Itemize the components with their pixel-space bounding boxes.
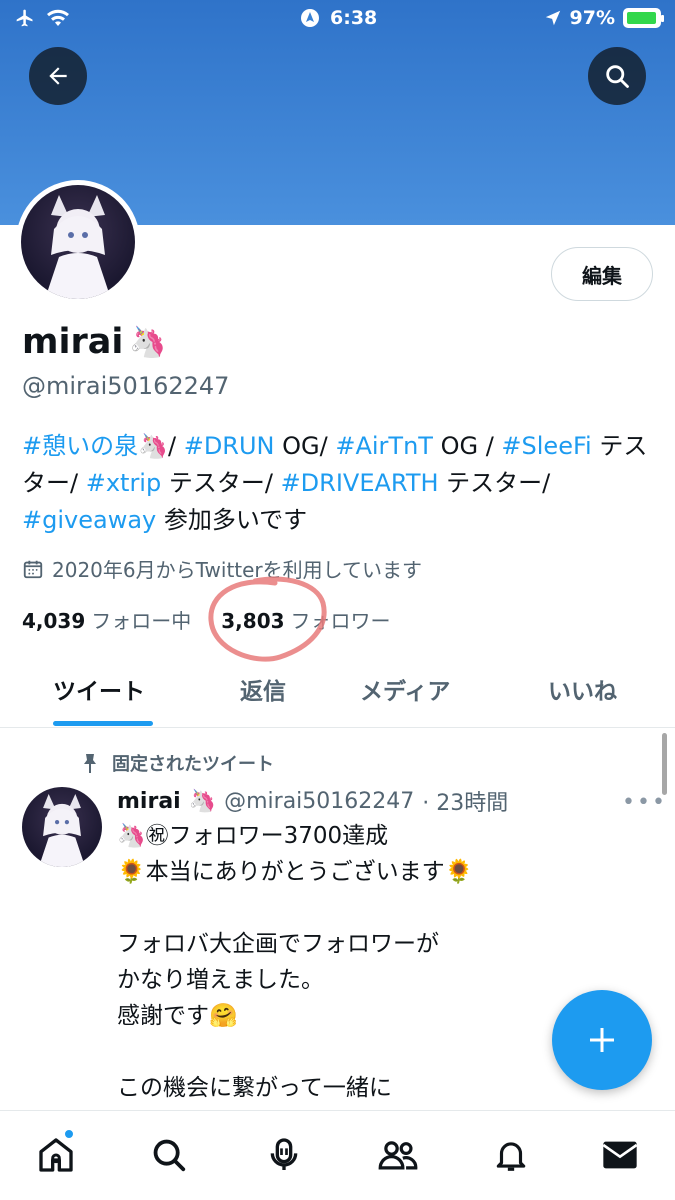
following-link[interactable]: 4,039 フォロー中 — [22, 605, 191, 634]
bio-hashtag[interactable]: #AirTnT — [335, 432, 433, 460]
location-badge-icon — [301, 9, 319, 27]
tab-likes[interactable]: いいね — [548, 672, 617, 706]
notification-dot — [64, 1129, 74, 1139]
bio-hashtag[interactable]: #xtrip — [86, 469, 162, 497]
tab-media[interactable]: メディア — [360, 672, 450, 706]
nav-search[interactable] — [147, 1133, 191, 1177]
status-time: 6:38 — [330, 7, 378, 29]
following-count: 4,039 — [22, 609, 86, 633]
bio-text: テスター/ — [438, 469, 551, 497]
battery-percent: 97% — [569, 7, 615, 29]
bio-hashtag[interactable]: #憩いの泉 — [22, 432, 138, 460]
bio-text: OG/ — [274, 432, 336, 460]
nav-home[interactable] — [34, 1129, 78, 1177]
profile-tabs: ツイート 返信 メディア いいね — [0, 650, 675, 728]
tweet-time: · 23時間 — [422, 791, 509, 816]
nav-spaces[interactable] — [262, 1133, 306, 1177]
tweet-avatar[interactable] — [22, 787, 102, 867]
active-tab-indicator — [53, 721, 153, 726]
profile-handle: @mirai50162247 — [22, 372, 230, 400]
search-icon — [606, 65, 629, 88]
wifi-icon — [47, 9, 69, 26]
nav-messages[interactable] — [598, 1133, 642, 1177]
tweet-header: mirai 🦄 @mirai50162247 · 23時間 — [117, 785, 508, 817]
bottom-navigation — [0, 1110, 675, 1200]
bio-hashtag[interactable]: #SleeFi — [501, 432, 591, 460]
bio-text: テスター/ — [161, 469, 281, 497]
spaces-icon — [270, 1138, 298, 1170]
location-arrow-icon — [545, 10, 560, 26]
messages-icon — [602, 1141, 638, 1169]
tweet-author-handle[interactable]: @mirai50162247 — [224, 789, 414, 814]
calendar-icon — [23, 560, 43, 578]
unicorn-icon: 🦄 — [188, 788, 217, 814]
compose-tweet-button[interactable] — [552, 990, 652, 1090]
nav-communities[interactable] — [376, 1133, 420, 1177]
pinned-label: 固定されたツイート — [80, 750, 274, 776]
battery-icon — [623, 8, 664, 28]
edit-profile-button[interactable]: 編集 — [551, 247, 653, 301]
bio-hashtag[interactable]: #giveaway — [22, 506, 156, 534]
pinned-text: 固定されたツイート — [112, 754, 274, 775]
pin-icon — [84, 754, 96, 773]
profile-name-text: mirai — [22, 322, 124, 362]
notifications-icon — [496, 1142, 526, 1171]
bio-hashtag[interactable]: #DRIVEARTH — [281, 469, 439, 497]
search-icon — [153, 1139, 186, 1172]
tab-replies[interactable]: 返信 — [240, 672, 286, 706]
communities-icon — [378, 1141, 418, 1170]
bio-hashtag[interactable]: #DRUN — [184, 432, 275, 460]
scrollbar[interactable] — [662, 733, 667, 795]
more-options-icon[interactable]: ••• — [622, 790, 667, 815]
back-button[interactable] — [29, 47, 87, 105]
following-label: フォロー中 — [91, 609, 192, 633]
plus-icon — [590, 1028, 614, 1052]
tab-tweets[interactable]: ツイート — [53, 672, 145, 706]
airplane-icon — [16, 9, 33, 27]
tweet-author-name[interactable]: mirai — [117, 789, 181, 814]
profile-avatar[interactable] — [16, 180, 140, 304]
bio-text: 🦄/ — [138, 432, 184, 460]
nav-notifications[interactable] — [489, 1133, 533, 1177]
profile-bio: #憩いの泉🦄/ #DRUN OG/ #AirTnT OG / #SleeFi テ… — [22, 428, 662, 539]
unicorn-icon: 🦄 — [129, 324, 167, 360]
profile-name: mirai 🦄 — [22, 322, 167, 362]
arrow-left-icon — [49, 67, 67, 85]
bio-text: OG / — [432, 432, 502, 460]
home-icon — [39, 1138, 73, 1172]
status-bar: 6:38 97% — [0, 0, 675, 38]
tweet-text: 🦄㊗フォロワー3700達成 🌻本当にありがとうございます🌻 フォロバ大企画でフォ… — [117, 823, 474, 1137]
search-button[interactable] — [588, 47, 646, 105]
avatar-image — [21, 185, 135, 299]
bio-text: 参加多いです — [156, 506, 308, 534]
